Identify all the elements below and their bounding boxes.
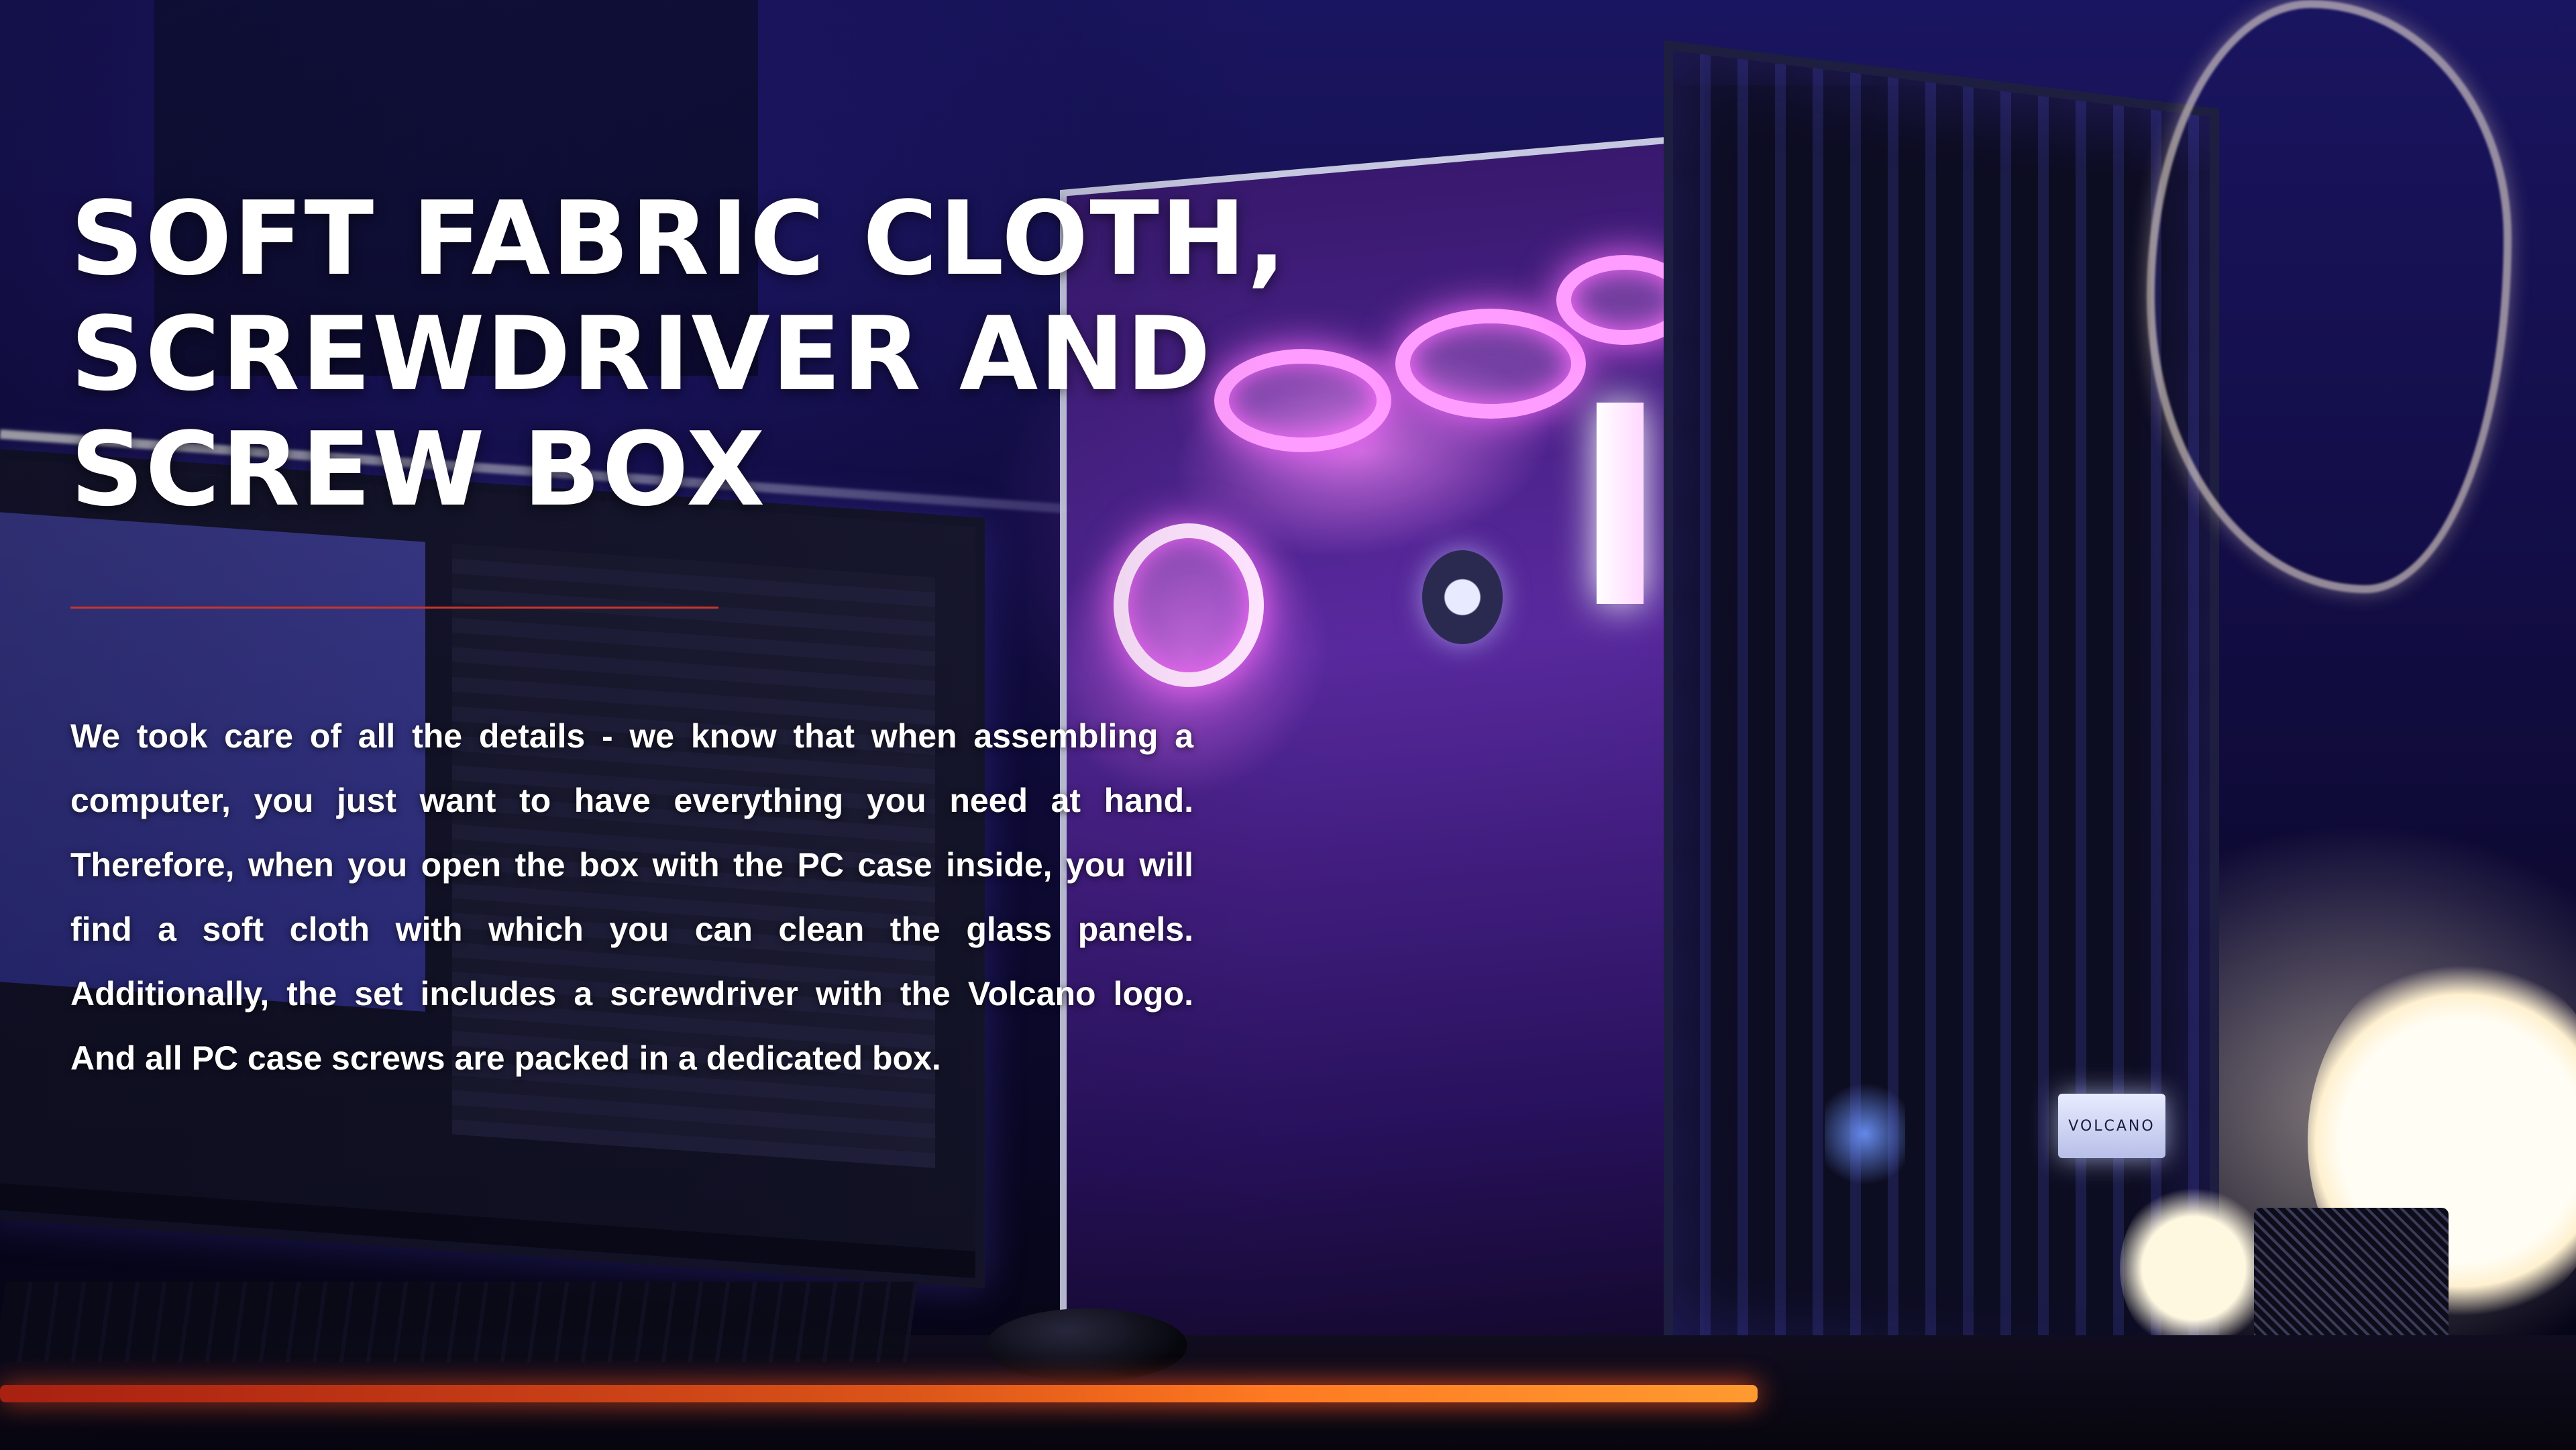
headline-line: SCREW BOX xyxy=(70,410,767,529)
hero-headline: SOFT FABRIC CLOTH, SCREWDRIVER AND SCREW… xyxy=(70,179,1287,529)
lamp-light xyxy=(2120,1181,2267,1355)
volcano-logo-badge: VOLCANO xyxy=(2058,1094,2165,1158)
volcano-logo-text: VOLCANO xyxy=(2068,1117,2155,1135)
hero-description: We took care of all the details - we kno… xyxy=(70,717,1193,1077)
hero-scene: VOLCANO SOFT FABRIC CLOTH, SCREWDRIVER A… xyxy=(0,0,2576,1450)
hero-text-block: SOFT FABRIC CLOTH, SCREWDRIVER AND SCREW… xyxy=(70,179,1287,1090)
headline-line: SOFT FABRIC CLOTH, xyxy=(70,179,1287,298)
rgb-fan-icon xyxy=(1395,309,1586,419)
cpu-pump xyxy=(1422,550,1503,644)
accent-divider xyxy=(70,607,718,609)
pen-holder xyxy=(2254,1208,2449,1355)
ram-module xyxy=(1597,403,1644,604)
headline-line: SCREWDRIVER AND xyxy=(70,295,1212,413)
front-panel-glow xyxy=(1825,1074,1905,1194)
